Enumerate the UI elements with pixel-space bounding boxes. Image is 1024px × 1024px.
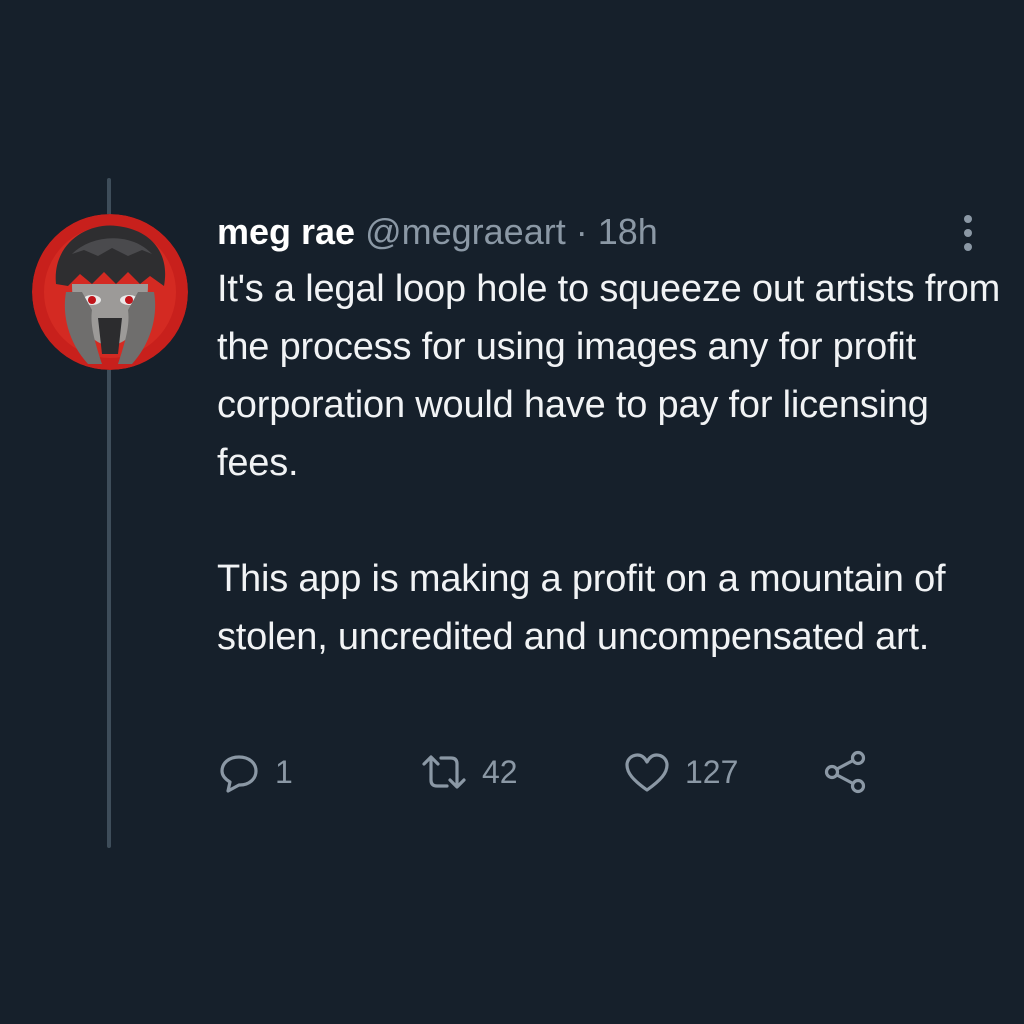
share-icon — [824, 750, 866, 794]
reply-icon — [220, 755, 258, 793]
share-button[interactable] — [822, 748, 870, 796]
retweet-button[interactable]: 42 — [420, 748, 518, 796]
display-name[interactable]: meg rae — [217, 211, 355, 252]
avatar[interactable] — [32, 214, 188, 370]
more-options-button[interactable] — [952, 210, 984, 256]
user-handle[interactable]: @megraeart — [365, 211, 566, 252]
like-button[interactable]: 127 — [623, 748, 738, 796]
like-count: 127 — [685, 753, 739, 790]
timestamp[interactable]: 18h — [598, 211, 658, 252]
tweet-actions: 1 42 127 — [0, 748, 1024, 796]
heart-icon — [625, 753, 669, 792]
reply-count: 1 — [275, 753, 293, 790]
tweet-screen: meg rae @megraeart · 18h It's a legal lo… — [0, 0, 1024, 1024]
reply-button[interactable]: 1 — [217, 748, 293, 796]
tweet-paragraph: It's a legal loop hole to squeeze out ar… — [217, 268, 1001, 484]
tweet-body: It's a legal loop hole to squeeze out ar… — [217, 260, 1012, 666]
tweet-paragraph: This app is making a profit on a mountai… — [217, 558, 946, 658]
retweet-count: 42 — [482, 753, 518, 790]
retweet-icon — [422, 755, 466, 789]
avatar-illustration — [32, 214, 188, 370]
tweet-header: meg rae @megraeart · 18h — [217, 209, 658, 255]
separator-dot: · — [575, 211, 588, 252]
